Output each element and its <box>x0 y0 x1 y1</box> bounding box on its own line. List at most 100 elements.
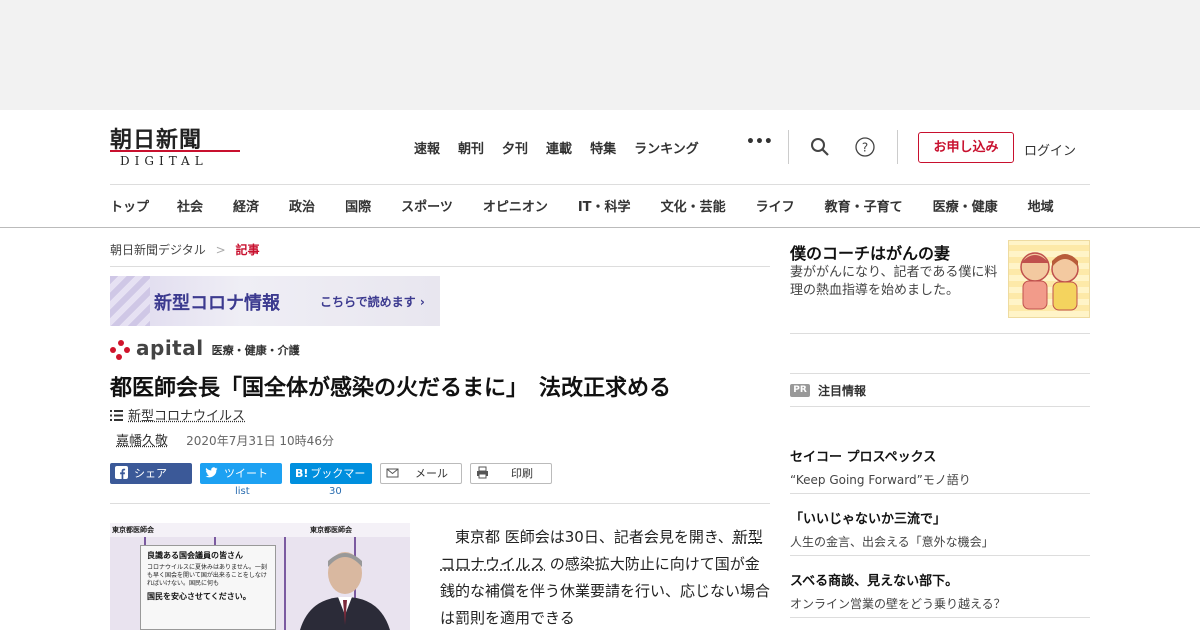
topnav-item-series[interactable]: 連載 <box>546 138 572 158</box>
top-nav: 速報 朝刊 夕刊 連載 特集 ランキング <box>414 138 717 158</box>
banner-title: 新型コロナ情報 <box>154 293 280 314</box>
asahi-digital-logo[interactable]: 朝日新聞 DIGITAL <box>110 122 240 170</box>
facebook-share-label: シェア <box>134 467 167 480</box>
sidebar-divider <box>790 373 1090 374</box>
article-divider <box>110 503 770 504</box>
hatena-icon: B! <box>295 467 309 480</box>
svg-text:?: ? <box>862 141 868 155</box>
site-header: 朝日新聞 DIGITAL 速報 朝刊 夕刊 連載 特集 ランキング ••• ? … <box>0 110 1200 228</box>
byline: 嘉幡久敬 2020年7月31日 10時46分 <box>116 430 334 449</box>
breadcrumb-home[interactable]: 朝日新聞デジタル <box>110 243 206 257</box>
subscribe-button[interactable]: お申し込み <box>918 132 1014 163</box>
print-icon <box>477 466 488 479</box>
article-tag-label: 新型コロナウイルス <box>128 409 246 424</box>
pr-item-description: 人生の金言、出会える「意外な機会」 <box>790 535 994 549</box>
header-divider-line <box>110 184 1090 185</box>
photo-backdrop-band <box>110 523 410 537</box>
help-icon[interactable]: ? <box>855 137 875 157</box>
print-button[interactable]: 印刷 <box>470 463 552 484</box>
category-life[interactable]: ライフ <box>756 196 795 215</box>
mail-share-button[interactable]: メール <box>380 463 462 484</box>
category-nav: トップ 社会 経済 政治 国際 スポーツ オピニオン IT・科学 文化・芸能 ラ… <box>110 196 1054 215</box>
photo-sign-board: 良識ある国会議員の皆さん コロナウイルスに夏休みはありません。一刻も早く国会を開… <box>140 545 276 630</box>
category-it-science[interactable]: IT・科学 <box>578 196 631 215</box>
topnav-item-morning[interactable]: 朝刊 <box>458 138 484 158</box>
category-opinion[interactable]: オピニオン <box>483 196 548 215</box>
pr-item-description: “Keep Going Forward”モノ語り <box>790 473 971 487</box>
twitter-share-label: ツイート <box>224 467 268 480</box>
header-divider <box>788 130 789 164</box>
author-link[interactable]: 嘉幡久敬 <box>116 434 168 449</box>
twitter-icon <box>205 467 218 478</box>
pr-badge: PR <box>790 384 810 397</box>
photo-backdrop-label: 東京都医師会 <box>310 526 352 534</box>
category-health[interactable]: 医療・健康 <box>933 196 998 215</box>
pr-item[interactable]: セイコー プロスペックス “Keep Going Forward”モノ語り <box>790 446 1090 488</box>
hatena-bookmark-count[interactable]: 30 <box>329 486 342 497</box>
sidebar-feature-illustration[interactable] <box>1008 240 1090 318</box>
covid-info-banner[interactable]: 新型コロナ情報 こちらで読めます › <box>110 276 440 326</box>
hatena-bookmark-button[interactable]: B! ブックマーク <box>290 463 372 501</box>
more-menu-button[interactable]: ••• <box>746 134 773 150</box>
article-tag[interactable]: 新型コロナウイルス <box>110 405 245 424</box>
speaker-figure <box>300 552 390 630</box>
category-sports[interactable]: スポーツ <box>401 196 453 215</box>
category-international[interactable]: 国際 <box>345 196 371 215</box>
photo-sign-body: コロナウイルスに夏休みはありません。一刻も早く国会を開いて国が出来ることをしなけ… <box>147 564 267 587</box>
list-icon <box>110 410 123 421</box>
apital-category: 医療・健康・介護 <box>211 344 300 357</box>
apital-logo: apital <box>136 336 204 360</box>
topnav-item-ranking[interactable]: ランキング <box>634 138 699 158</box>
topnav-item-features[interactable]: 特集 <box>590 138 616 158</box>
sidebar-divider <box>790 555 1090 556</box>
category-culture[interactable]: 文化・芸能 <box>661 196 726 215</box>
couple-illustration <box>1020 252 1079 311</box>
article-photo[interactable]: 東京都医師会 東京都医師会 良識ある国会議員の皆さん コロナウイルスに夏休みはあ… <box>110 523 410 630</box>
photo-sign-footer: 国民を安心させてください。 <box>147 592 251 602</box>
pr-item[interactable]: スベる商談、見えない部下。 オンライン営業の壁をどう乗り越える？ <box>790 570 1090 612</box>
topnav-item-evening[interactable]: 夕刊 <box>502 138 528 158</box>
article-headline: 都医師会長「国全体が感染の火だるまに」 法改正求める <box>110 376 672 401</box>
logo-sub-text: DIGITAL <box>120 154 208 168</box>
facebook-share-button[interactable]: シェア <box>110 463 192 484</box>
header-divider <box>897 130 898 164</box>
breadcrumb: 朝日新聞デジタル > 記事 <box>110 241 260 258</box>
category-society[interactable]: 社会 <box>177 196 203 215</box>
photo-sign-title: 良識ある国会議員の皆さん <box>147 551 243 560</box>
category-politics[interactable]: 政治 <box>289 196 315 215</box>
pr-item[interactable]: 「いいじゃないか三流で」 人生の金言、出会える「意外な機会」 <box>790 508 1090 550</box>
sidebar-divider <box>790 333 1090 334</box>
publish-date: 2020年7月31日 10時46分 <box>186 434 334 448</box>
advertisement-area <box>0 0 1200 110</box>
sidebar-divider <box>790 617 1090 618</box>
login-link[interactable]: ログイン <box>1024 140 1076 159</box>
pr-section-title: 注目情報 <box>818 384 867 398</box>
search-icon[interactable] <box>810 137 830 157</box>
pr-item-title: 「いいじゃないか三流で」 <box>790 512 947 527</box>
banner-cta: こちらで読めます › <box>320 295 425 309</box>
photo-backdrop-label: 東京都医師会 <box>112 526 154 534</box>
category-education[interactable]: 教育・子育て <box>825 196 903 215</box>
pr-item-description: オンライン営業の壁をどう乗り越える？ <box>790 597 1006 611</box>
article-body: 東京都 医師会は30日、記者会見を開き、新型コロナウイルス の感染拡大防止に向け… <box>440 524 770 632</box>
breadcrumb-divider <box>110 266 770 267</box>
pr-item-title: スベる商談、見えない部下。 <box>790 574 959 589</box>
breadcrumb-current: 記事 <box>235 243 260 257</box>
apital-section-label[interactable]: apital 医療・健康・介護 <box>110 336 300 360</box>
logo-underline <box>110 150 240 152</box>
pr-item-title: セイコー プロスペックス <box>790 450 937 465</box>
mail-share-label: メール <box>415 467 448 480</box>
category-economy[interactable]: 経済 <box>233 196 259 215</box>
twitter-list-link[interactable]: list <box>235 486 250 497</box>
mail-icon <box>386 468 399 478</box>
sidebar-feature-title[interactable]: 僕のコーチはがんの妻 <box>790 240 950 264</box>
category-top[interactable]: トップ <box>110 196 149 215</box>
category-local[interactable]: 地域 <box>1028 196 1054 215</box>
twitter-share-button[interactable]: ツイート <box>200 463 282 484</box>
banner-stripe-decoration <box>110 276 150 326</box>
print-label: 印刷 <box>511 467 533 480</box>
sidebar-divider <box>790 493 1090 494</box>
topnav-item-breaking[interactable]: 速報 <box>414 138 440 158</box>
sidebar-feature-description[interactable]: 妻ががんになり、記者である僕に料理の熱血指導を始めました。 <box>790 264 1000 300</box>
breadcrumb-separator: > <box>215 243 226 257</box>
